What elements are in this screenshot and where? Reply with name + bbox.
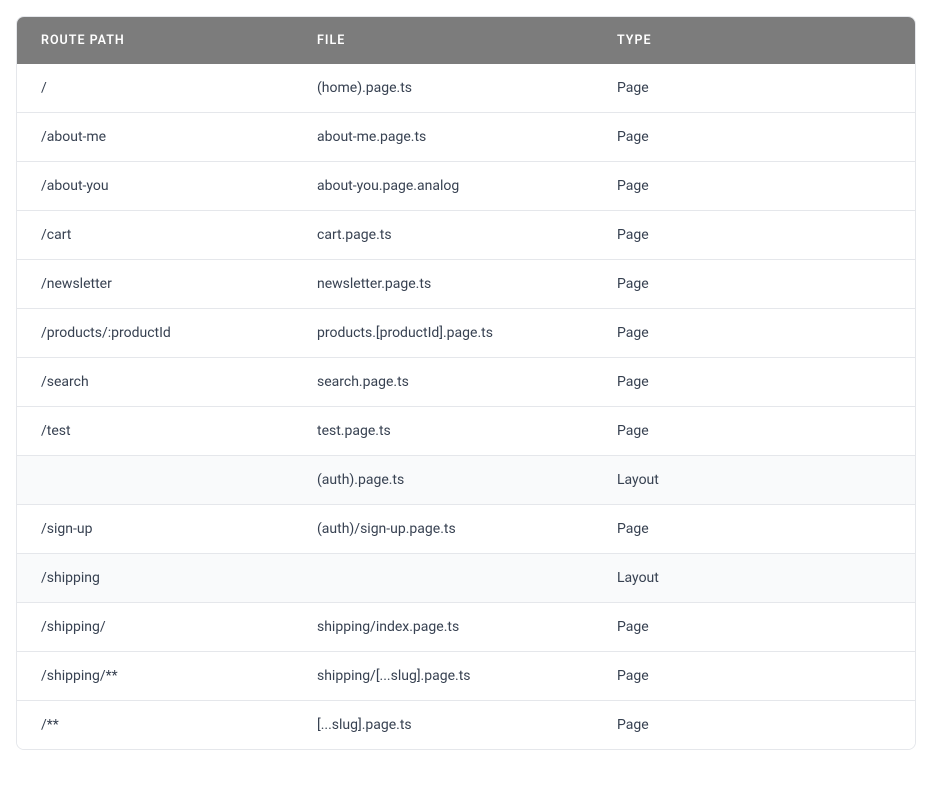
header-file: FILE <box>317 33 617 48</box>
header-type: TYPE <box>617 33 915 48</box>
cell-type: Page <box>617 178 915 194</box>
cell-file: (auth)/sign-up.page.ts <box>317 521 617 537</box>
cell-type: Page <box>617 276 915 292</box>
cell-route-path: /shipping/ <box>17 619 317 635</box>
cell-file: search.page.ts <box>317 374 617 390</box>
cell-route-path: /shipping <box>17 570 317 586</box>
table-row: /newsletternewsletter.page.tsPage <box>17 259 915 308</box>
cell-type: Page <box>617 668 915 684</box>
table-row: /about-youabout-you.page.analogPage <box>17 161 915 210</box>
cell-file: about-me.page.ts <box>317 129 617 145</box>
cell-file: (home).page.ts <box>317 80 617 96</box>
cell-route-path: /search <box>17 374 317 390</box>
cell-route-path: /products/:productId <box>17 325 317 341</box>
table-row: /products/:productIdproducts.[productId]… <box>17 308 915 357</box>
routes-table: ROUTE PATH FILE TYPE /(home).page.tsPage… <box>16 16 916 750</box>
cell-route-path: /sign-up <box>17 521 317 537</box>
table-row: /searchsearch.page.tsPage <box>17 357 915 406</box>
cell-file: [...slug].page.ts <box>317 717 617 733</box>
cell-route-path: /test <box>17 423 317 439</box>
cell-type: Page <box>617 619 915 635</box>
cell-file: shipping/index.page.ts <box>317 619 617 635</box>
cell-file: shipping/[...slug].page.ts <box>317 668 617 684</box>
cell-route-path: /newsletter <box>17 276 317 292</box>
cell-route-path <box>17 472 317 488</box>
cell-type: Page <box>617 325 915 341</box>
cell-route-path: / <box>17 80 317 96</box>
cell-route-path: /shipping/** <box>17 668 317 684</box>
cell-type: Page <box>617 374 915 390</box>
table-row: /**[...slug].page.tsPage <box>17 700 915 749</box>
cell-file: newsletter.page.ts <box>317 276 617 292</box>
table-row: (auth).page.tsLayout <box>17 455 915 504</box>
cell-file: cart.page.ts <box>317 227 617 243</box>
table-body: /(home).page.tsPage/about-meabout-me.pag… <box>17 64 915 749</box>
header-route-path: ROUTE PATH <box>17 33 317 48</box>
cell-file: products.[productId].page.ts <box>317 325 617 341</box>
table-row: /sign-up(auth)/sign-up.page.tsPage <box>17 504 915 553</box>
table-row: /cartcart.page.tsPage <box>17 210 915 259</box>
table-header-row: ROUTE PATH FILE TYPE <box>17 17 915 64</box>
table-row: /shipping/shipping/index.page.tsPage <box>17 602 915 651</box>
table-row: /shipping Layout <box>17 553 915 602</box>
cell-route-path: /about-me <box>17 129 317 145</box>
cell-file: about-you.page.analog <box>317 178 617 194</box>
table-row: /shipping/**shipping/[...slug].page.tsPa… <box>17 651 915 700</box>
table-row: /testtest.page.tsPage <box>17 406 915 455</box>
cell-type: Layout <box>617 472 915 488</box>
cell-type: Page <box>617 423 915 439</box>
cell-file: test.page.ts <box>317 423 617 439</box>
cell-type: Layout <box>617 570 915 586</box>
cell-file: (auth).page.ts <box>317 472 617 488</box>
cell-type: Page <box>617 129 915 145</box>
table-row: /(home).page.tsPage <box>17 64 915 112</box>
table-row: /about-meabout-me.page.tsPage <box>17 112 915 161</box>
cell-type: Page <box>617 227 915 243</box>
cell-route-path: /about-you <box>17 178 317 194</box>
cell-type: Page <box>617 717 915 733</box>
cell-route-path: /** <box>17 717 317 733</box>
cell-type: Page <box>617 521 915 537</box>
cell-type: Page <box>617 80 915 96</box>
cell-file <box>317 570 617 586</box>
cell-route-path: /cart <box>17 227 317 243</box>
